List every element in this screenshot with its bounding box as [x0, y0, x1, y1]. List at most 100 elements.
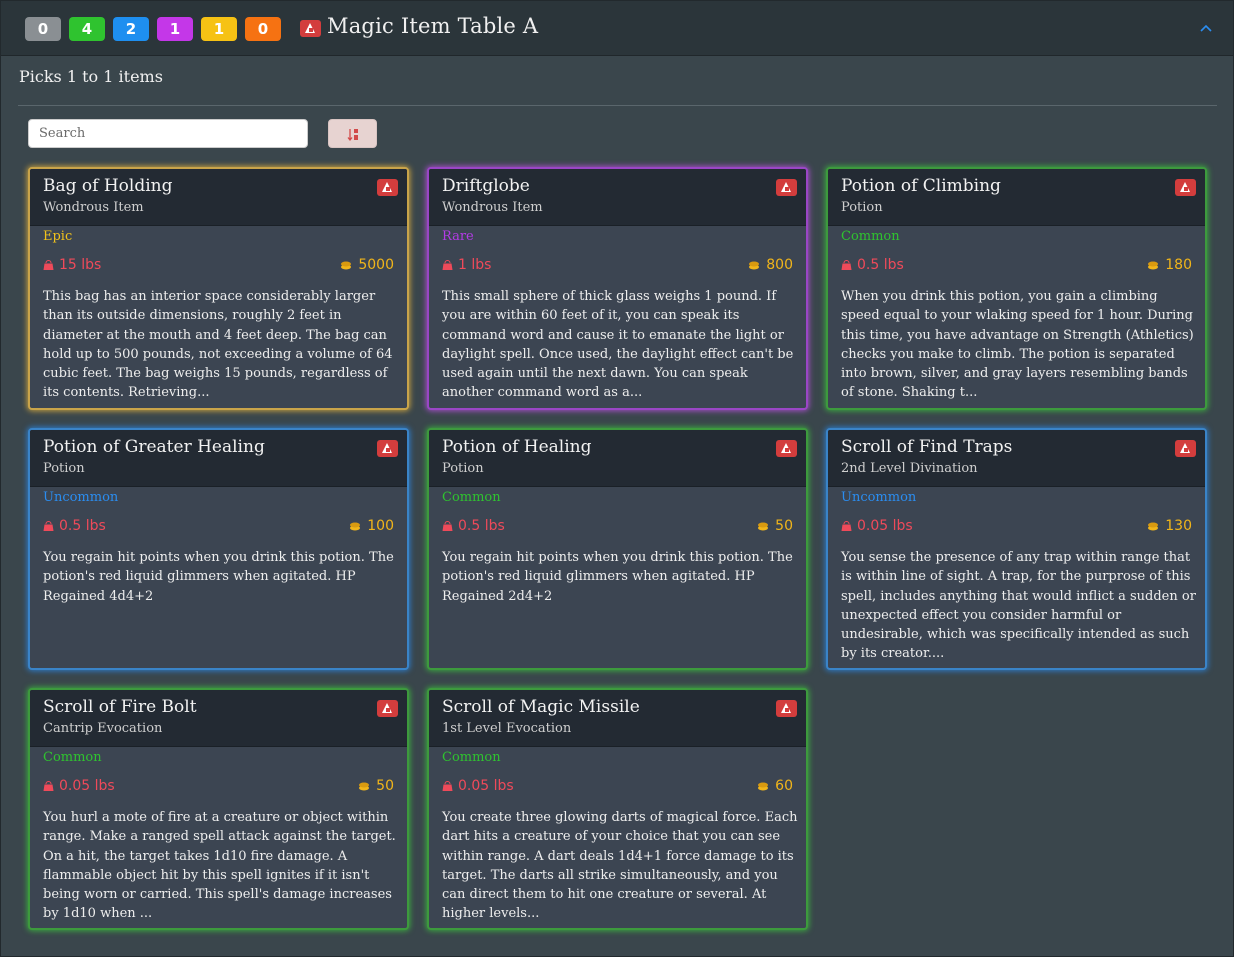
table-title: Magic Item Table A	[327, 14, 539, 38]
item-weight: 15 lbs	[43, 257, 101, 273]
item-rarity: Common	[442, 490, 501, 505]
coins-icon	[758, 522, 769, 531]
item-weight: 0.05 lbs	[442, 778, 514, 794]
kettlebell-icon	[43, 781, 54, 791]
item-rarity: Common	[841, 229, 900, 244]
item-price-value: 50	[376, 778, 394, 794]
item-description: When you drink this potion, you gain a c…	[841, 289, 1194, 401]
item-type: Potion	[841, 200, 883, 215]
item-type: Potion	[442, 461, 484, 476]
item-price: 60	[757, 778, 793, 794]
item-card[interactable]: Driftglobe Wondrous Item Rare 1 lbs 800 …	[427, 167, 808, 410]
item-price-value: 180	[1165, 257, 1192, 273]
coins-icon	[350, 522, 361, 531]
count-badge-gray: 0	[25, 17, 61, 41]
item-name: Driftglobe	[442, 176, 530, 196]
kettlebell-icon	[43, 521, 54, 531]
dnd-source-icon	[776, 700, 797, 717]
item-name: Scroll of Magic Missile	[442, 697, 640, 717]
card-header: Potion of Climbing Potion	[828, 169, 1205, 226]
item-price-value: 130	[1165, 518, 1192, 534]
item-name: Scroll of Find Traps	[841, 437, 1013, 457]
item-card[interactable]: Potion of Climbing Potion Common 0.5 lbs…	[826, 167, 1207, 410]
item-rarity: Uncommon	[43, 490, 119, 505]
kettlebell-icon	[442, 781, 453, 791]
item-weight-value: 15 lbs	[59, 257, 102, 273]
item-card[interactable]: Scroll of Find Traps 2nd Level Divinatio…	[826, 428, 1207, 670]
item-weight-value: 0.05 lbs	[458, 778, 514, 794]
item-type: Wondrous Item	[43, 200, 144, 215]
item-description: You create three glowing darts of magica…	[442, 810, 798, 922]
card-header: Scroll of Magic Missile 1st Level Evocat…	[429, 690, 806, 747]
coins-icon	[749, 261, 760, 270]
count-badge-uncommon: 2	[113, 17, 149, 41]
item-description: This bag has an interior space considera…	[43, 289, 393, 401]
chevron-up-icon[interactable]	[1199, 21, 1213, 35]
item-card[interactable]: Potion of Healing Potion Common 0.5 lbs …	[427, 428, 808, 670]
search-input[interactable]	[28, 119, 308, 148]
item-name: Potion of Healing	[442, 437, 592, 457]
item-rarity: Rare	[442, 229, 474, 244]
item-card[interactable]: Scroll of Fire Bolt Cantrip Evocation Co…	[28, 688, 409, 930]
dnd-source-icon	[1175, 179, 1196, 196]
item-weight-value: 1 lbs	[458, 257, 492, 273]
item-price: 100	[349, 518, 394, 534]
item-rarity: Common	[442, 750, 501, 765]
item-price-value: 50	[775, 518, 793, 534]
card-header: Bag of Holding Wondrous Item	[30, 169, 407, 226]
item-price: 130	[1147, 518, 1192, 534]
item-type: Cantrip Evocation	[43, 721, 163, 736]
item-weight-value: 0.05 lbs	[59, 778, 115, 794]
item-price-value: 100	[367, 518, 394, 534]
kettlebell-icon	[442, 260, 453, 270]
item-price: 180	[1147, 257, 1192, 273]
item-rarity: Epic	[43, 229, 73, 244]
coins-icon	[1148, 522, 1159, 531]
item-type: Potion	[43, 461, 85, 476]
kettlebell-icon	[43, 260, 54, 270]
item-weight-value: 0.5 lbs	[857, 257, 904, 273]
magic-item-panel: 0 4 2 1 1 0 Magic Item Table A Picks 1 t…	[0, 0, 1234, 957]
coins-icon	[1148, 261, 1159, 270]
item-weight: 0.05 lbs	[841, 518, 913, 534]
dnd-source-icon	[776, 440, 797, 457]
item-price: 50	[757, 518, 793, 534]
dnd-source-icon	[1175, 440, 1196, 457]
item-weight-value: 0.05 lbs	[857, 518, 913, 534]
kettlebell-icon	[442, 521, 453, 531]
divider	[18, 105, 1217, 106]
kettlebell-icon	[841, 260, 852, 270]
item-name: Potion of Climbing	[841, 176, 1001, 196]
item-card[interactable]: Scroll of Magic Missile 1st Level Evocat…	[427, 688, 808, 930]
dnd-source-icon	[776, 179, 797, 196]
sort-icon	[347, 129, 358, 142]
item-card[interactable]: Bag of Holding Wondrous Item Epic 15 lbs…	[28, 167, 409, 410]
item-price: 800	[748, 257, 793, 273]
item-price-value: 60	[775, 778, 793, 794]
count-badge-legendary: 0	[245, 17, 281, 41]
item-description: You hurl a mote of fire at a creature or…	[43, 810, 396, 922]
dnd-source-icon	[377, 700, 398, 717]
item-weight: 0.5 lbs	[43, 518, 106, 534]
panel-header[interactable]: 0 4 2 1 1 0 Magic Item Table A	[1, 1, 1233, 56]
item-rarity: Uncommon	[841, 490, 917, 505]
item-name: Potion of Greater Healing	[43, 437, 265, 457]
item-weight: 1 lbs	[442, 257, 491, 273]
item-weight-value: 0.5 lbs	[59, 518, 106, 534]
item-description: You sense the presence of any trap withi…	[841, 550, 1196, 662]
count-badge-epic: 1	[201, 17, 237, 41]
item-card[interactable]: Potion of Greater Healing Potion Uncommo…	[28, 428, 409, 670]
card-header: Potion of Greater Healing Potion	[30, 430, 407, 487]
count-badge-rare: 1	[157, 17, 193, 41]
item-type: Wondrous Item	[442, 200, 543, 215]
count-badge-common: 4	[69, 17, 105, 41]
sort-button[interactable]	[328, 119, 377, 148]
card-header: Driftglobe Wondrous Item	[429, 169, 806, 226]
card-header: Scroll of Find Traps 2nd Level Divinatio…	[828, 430, 1205, 487]
item-description: You regain hit points when you drink thi…	[43, 550, 394, 604]
item-name: Bag of Holding	[43, 176, 173, 196]
dnd-source-icon	[300, 20, 321, 37]
coins-icon	[758, 782, 769, 791]
item-rarity: Common	[43, 750, 102, 765]
item-weight-value: 0.5 lbs	[458, 518, 505, 534]
